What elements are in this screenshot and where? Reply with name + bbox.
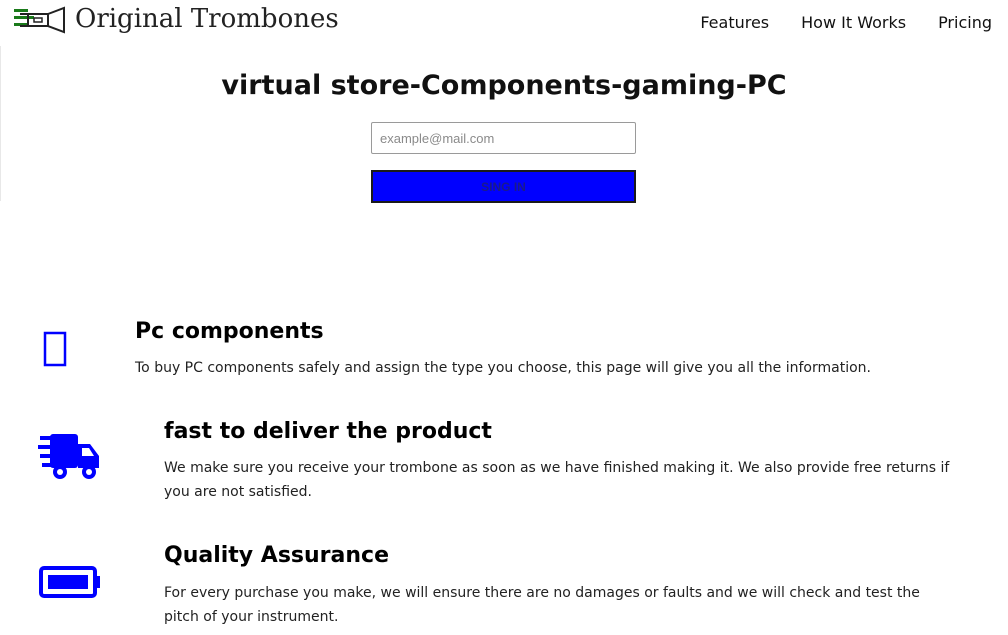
feature-pc-components: Pc components To buy PC components safel… xyxy=(0,315,1008,395)
page-title: virtual store-Components-gaming-PC xyxy=(221,70,787,101)
feature-title: fast to deliver the product xyxy=(164,419,492,444)
feature-description: We make sure you receive your trombone a… xyxy=(164,460,950,500)
shipping-truck-icon xyxy=(38,434,99,479)
sign-in-button[interactable]: SING IN xyxy=(371,170,636,203)
feature-quality-assurance: Quality Assurance For every purchase you… xyxy=(0,540,1008,635)
page: Original Trombones Features How It Works… xyxy=(0,0,1008,635)
nav-link-features[interactable]: Features xyxy=(700,13,769,32)
nav-link-how-it-works[interactable]: How It Works xyxy=(801,13,906,32)
feature-title: Quality Assurance xyxy=(164,543,390,568)
main-nav: Features How It Works Pricing xyxy=(668,13,992,32)
feature-description: To buy PC components safely and assign t… xyxy=(135,360,871,376)
nav-link-pricing[interactable]: Pricing xyxy=(938,13,992,32)
trombone-logo-icon[interactable] xyxy=(14,6,68,36)
email-field[interactable] xyxy=(371,122,636,154)
brand-name: Original Trombones xyxy=(75,4,339,34)
feature-description: For every purchase you make, we will ens… xyxy=(164,585,920,625)
battery-full-icon xyxy=(39,566,100,598)
feature-fast-delivery: fast to deliver the product We make sure… xyxy=(0,415,1008,515)
site-header: Original Trombones Features How It Works… xyxy=(0,0,1008,46)
missing-glyph-icon xyxy=(43,331,67,367)
feature-title: Pc components xyxy=(135,319,324,344)
